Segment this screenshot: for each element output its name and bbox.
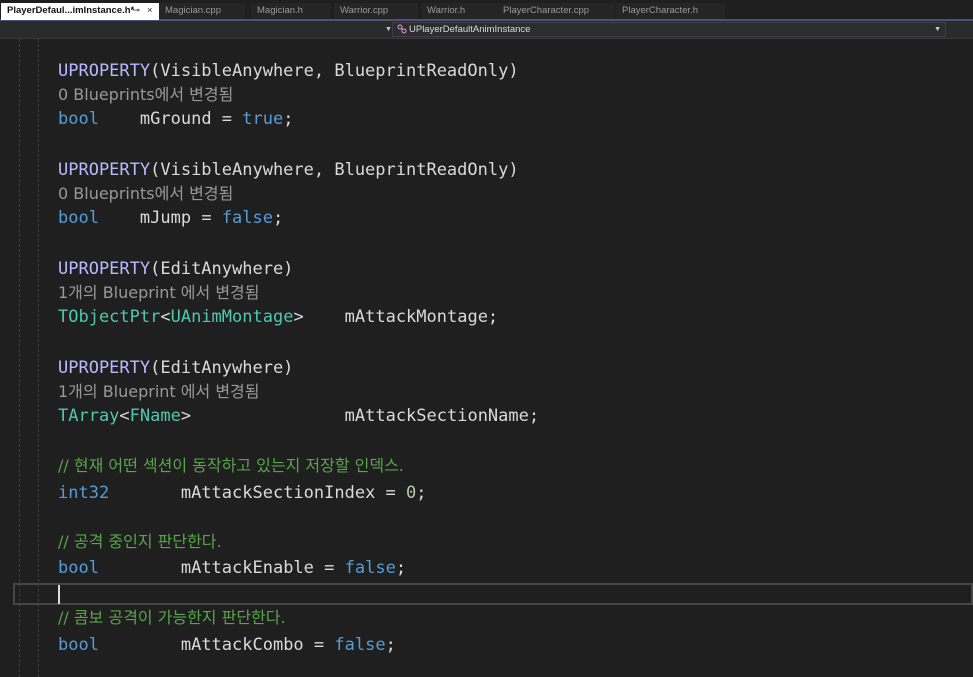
tab-label: PlayerCharacter.cpp [503, 5, 590, 16]
tab-playerdefaultaniminstance-h[interactable]: PlayerDefaul...imInstance.h* ⊸ × [1, 3, 159, 20]
code-line: UPROPERTY(EditAnywhere) [58, 259, 294, 279]
indent-guide [19, 39, 20, 677]
text-caret [58, 585, 60, 604]
codelens-hint[interactable]: 1개의 Blueprint 에서 변경됨 [58, 380, 259, 404]
code-comment: // 콤보 공격이 가능한지 판단한다. [58, 608, 286, 627]
tab-playercharacter-cpp[interactable]: PlayerCharacter.cpp [497, 3, 615, 19]
codelens-hint[interactable]: 1개의 Blueprint 에서 변경됨 [58, 281, 259, 305]
tab-label: Warrior.cpp [340, 5, 389, 16]
tab-warrior-cpp[interactable]: Warrior.cpp [334, 3, 418, 19]
close-icon[interactable]: × [147, 3, 153, 19]
code-comment: // 현재 어떤 섹션이 동작하고 있는지 저장할 인덱스. [58, 456, 404, 475]
tab-label: PlayerDefaul...imInstance.h* [7, 5, 135, 16]
tab-warrior-h[interactable]: Warrior.h [421, 3, 497, 19]
tab-magician-cpp[interactable]: Magician.cpp [159, 3, 245, 19]
tab-playercharacter-h[interactable]: PlayerCharacter.h [616, 3, 725, 19]
class-dropdown-label: UPlayerDefaultAnimInstance [409, 24, 531, 35]
chevron-down-icon[interactable]: ▼ [934, 23, 941, 36]
code-line: bool mAttackCombo = false; [58, 635, 396, 655]
tab-label: Magician.cpp [165, 5, 221, 16]
code-line: TArray<FName> mAttackSectionName; [58, 406, 540, 426]
tab-label: Magician.h [257, 5, 303, 16]
pin-icon[interactable]: ⊸ [132, 3, 140, 19]
code-line: bool mGround = true; [58, 109, 294, 129]
indent-guide [38, 39, 39, 677]
code-comment: // 공격 중인지 판단한다. [58, 532, 222, 551]
codelens-hint[interactable]: 0 Blueprints에서 변경됨 [58, 83, 233, 107]
dropdown-arrow-icon[interactable]: ▼ [385, 23, 392, 36]
codelens-hint[interactable]: 0 Blueprints에서 변경됨 [58, 182, 233, 206]
code-line: TObjectPtr<UAnimMontage> mAttackMontage; [58, 307, 499, 327]
class-icon [397, 24, 407, 34]
tab-label: PlayerCharacter.h [622, 5, 699, 16]
document-tab-bar: PlayerDefaul...imInstance.h* ⊸ × Magicia… [0, 0, 973, 21]
code-line: UPROPERTY(EditAnywhere) [58, 358, 294, 378]
code-line: UPROPERTY(VisibleAnywhere, BlueprintRead… [58, 160, 519, 180]
navigation-bar: ▼ UPlayerDefaultAnimInstance ▼ [0, 21, 973, 39]
code-line: UPROPERTY(VisibleAnywhere, BlueprintRead… [58, 61, 519, 81]
tab-magician-h[interactable]: Magician.h [251, 3, 331, 19]
code-line: bool mAttackEnable = false; [58, 558, 407, 578]
code-line: int32 mAttackSectionIndex = 0; [58, 483, 427, 503]
tab-label: Warrior.h [427, 5, 466, 16]
class-dropdown[interactable]: ▼ UPlayerDefaultAnimInstance ▼ [385, 22, 946, 37]
current-line-highlight [13, 583, 973, 605]
code-editor[interactable]: UPROPERTY(VisibleAnywhere, BlueprintRead… [0, 39, 973, 677]
code-line: bool mJump = false; [58, 208, 284, 228]
